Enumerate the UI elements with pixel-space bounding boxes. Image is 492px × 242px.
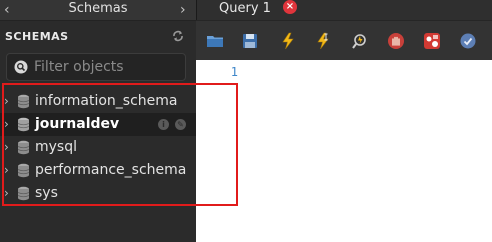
next-tab-icon[interactable]: › bbox=[180, 0, 186, 20]
explain-icon[interactable] bbox=[351, 32, 369, 50]
database-icon bbox=[17, 140, 30, 155]
editor-tab-bar: Query 1 × bbox=[196, 0, 492, 20]
database-icon bbox=[17, 117, 30, 132]
filter-objects-input[interactable] bbox=[34, 57, 182, 77]
close-tab-icon[interactable]: × bbox=[283, 0, 297, 14]
schema-item-mysql[interactable]: › mysql bbox=[0, 136, 196, 159]
navigator-tab-bar: ‹ Schemas › bbox=[0, 0, 196, 21]
schemas-heading: SCHEMAS bbox=[5, 30, 69, 43]
filter-objects-field[interactable] bbox=[6, 53, 186, 81]
schema-tree: › information_schema › journaldev i ✎ › bbox=[0, 90, 196, 205]
schema-item-performance-schema[interactable]: › performance_schema bbox=[0, 159, 196, 182]
database-icon bbox=[17, 163, 30, 178]
database-icon bbox=[17, 94, 30, 109]
query-toolbar bbox=[196, 20, 492, 60]
schema-item-journaldev[interactable]: › journaldev i ✎ bbox=[0, 113, 196, 136]
line-number: 1 bbox=[230, 65, 238, 79]
schemas-header: SCHEMAS bbox=[0, 24, 196, 50]
expand-caret-icon[interactable]: › bbox=[4, 117, 9, 131]
schema-name: performance_schema bbox=[35, 162, 187, 178]
schema-info-icon[interactable]: i bbox=[158, 119, 169, 130]
expand-caret-icon[interactable]: › bbox=[4, 163, 9, 177]
schema-name: mysql bbox=[35, 139, 77, 155]
schema-item-information-schema[interactable]: › information_schema bbox=[0, 90, 196, 113]
execute-current-statement-icon[interactable] bbox=[315, 32, 333, 50]
schema-navigator-panel: ‹ Schemas › SCHEMAS › info bbox=[0, 0, 196, 242]
schema-name: sys bbox=[35, 185, 58, 201]
schema-item-sys[interactable]: › sys bbox=[0, 182, 196, 205]
refresh-icon[interactable] bbox=[172, 30, 184, 42]
toggle-error-continue-icon[interactable] bbox=[423, 32, 441, 50]
expand-caret-icon[interactable]: › bbox=[4, 140, 9, 154]
query-tab-label: Query 1 bbox=[219, 1, 271, 16]
execute-icon[interactable] bbox=[279, 32, 297, 50]
schema-name: journaldev bbox=[35, 116, 120, 132]
tab-schemas[interactable]: Schemas bbox=[0, 0, 196, 20]
expand-caret-icon[interactable]: › bbox=[4, 186, 9, 200]
tab-query-1[interactable]: Query 1 × bbox=[197, 0, 312, 20]
expand-caret-icon[interactable]: › bbox=[4, 94, 9, 108]
sql-editor[interactable]: 1 bbox=[196, 60, 492, 242]
search-icon bbox=[14, 60, 28, 74]
database-icon bbox=[17, 186, 30, 201]
stop-icon[interactable] bbox=[387, 32, 405, 50]
schema-name: information_schema bbox=[35, 93, 178, 109]
commit-icon[interactable] bbox=[459, 32, 477, 50]
save-icon[interactable] bbox=[241, 32, 259, 50]
schema-tools-icon[interactable]: ✎ bbox=[175, 119, 186, 130]
open-sql-file-icon[interactable] bbox=[206, 32, 224, 50]
